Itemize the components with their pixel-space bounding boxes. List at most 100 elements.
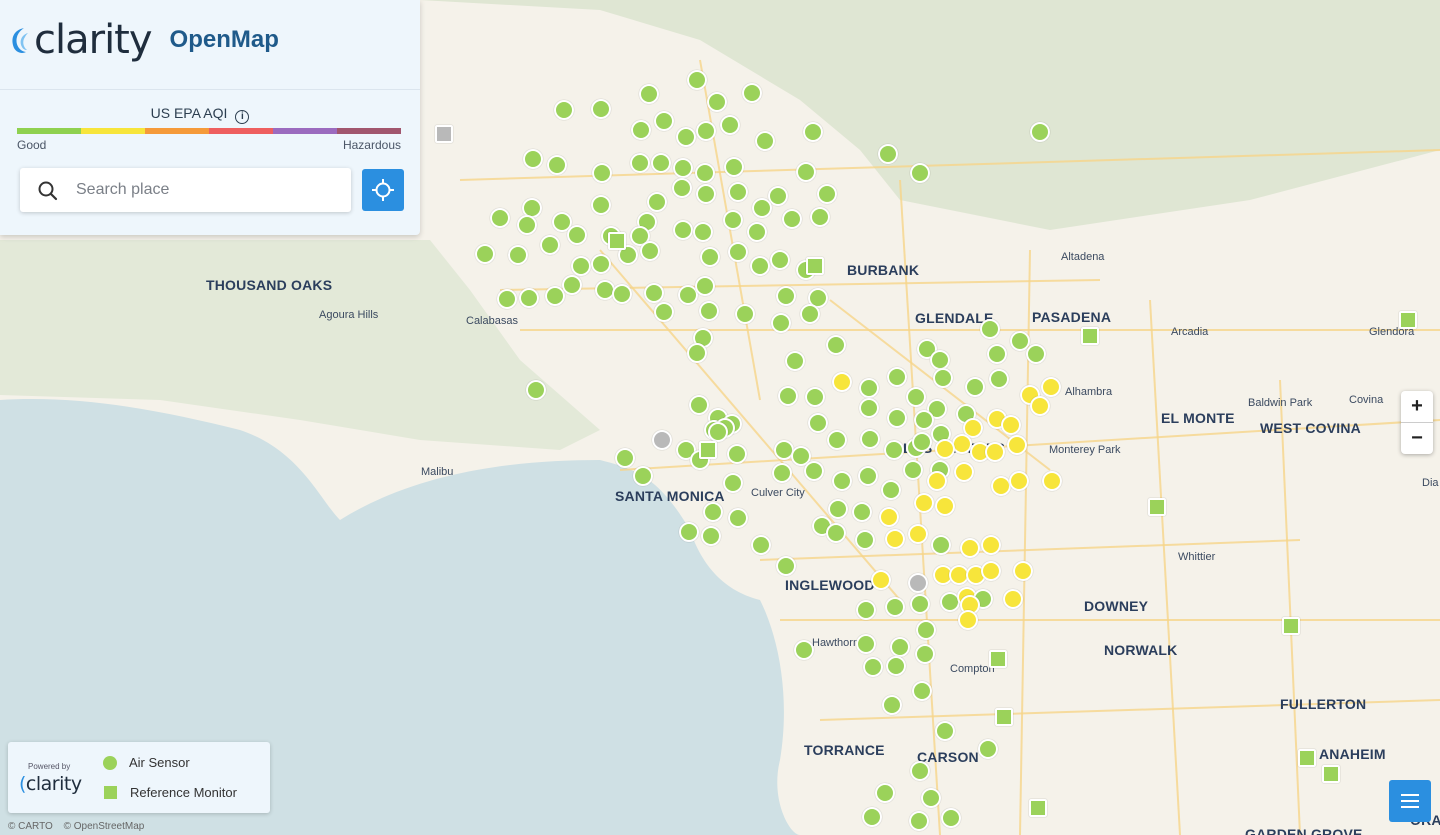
air-sensor-marker[interactable] bbox=[952, 434, 972, 454]
air-sensor-marker[interactable] bbox=[720, 115, 740, 135]
menu-button[interactable] bbox=[1389, 780, 1431, 822]
air-sensor-marker[interactable] bbox=[633, 466, 653, 486]
air-sensor-marker[interactable] bbox=[933, 368, 953, 388]
air-sensor-marker[interactable] bbox=[921, 788, 941, 808]
air-sensor-marker[interactable] bbox=[735, 304, 755, 324]
air-sensor-marker[interactable] bbox=[640, 241, 660, 261]
reference-monitor-marker[interactable] bbox=[1322, 765, 1340, 783]
air-sensor-marker[interactable] bbox=[886, 656, 906, 676]
air-sensor-marker[interactable] bbox=[782, 209, 802, 229]
air-sensor-marker[interactable] bbox=[752, 198, 772, 218]
air-sensor-marker[interactable] bbox=[676, 127, 696, 147]
air-sensor-marker[interactable] bbox=[989, 369, 1009, 389]
air-sensor-marker[interactable] bbox=[980, 319, 1000, 339]
air-sensor-marker[interactable] bbox=[654, 111, 674, 131]
reference-monitor-marker[interactable] bbox=[608, 232, 626, 250]
air-sensor-marker[interactable] bbox=[490, 208, 510, 228]
air-sensor-marker[interactable] bbox=[978, 739, 998, 759]
air-sensor-marker[interactable] bbox=[742, 83, 762, 103]
air-sensor-marker[interactable] bbox=[687, 343, 707, 363]
air-sensor-marker[interactable] bbox=[652, 430, 672, 450]
air-sensor-marker[interactable] bbox=[881, 480, 901, 500]
air-sensor-marker[interactable] bbox=[965, 377, 985, 397]
air-sensor-marker[interactable] bbox=[776, 286, 796, 306]
air-sensor-marker[interactable] bbox=[708, 422, 728, 442]
air-sensor-marker[interactable] bbox=[981, 535, 1001, 555]
carto-attribution[interactable]: © CARTO bbox=[8, 821, 53, 832]
reference-monitor-marker[interactable] bbox=[1298, 749, 1316, 767]
air-sensor-marker[interactable] bbox=[912, 432, 932, 452]
air-sensor-marker[interactable] bbox=[930, 350, 950, 370]
air-sensor-marker[interactable] bbox=[497, 289, 517, 309]
air-sensor-marker[interactable] bbox=[612, 284, 632, 304]
air-sensor-marker[interactable] bbox=[785, 351, 805, 371]
air-sensor-marker[interactable] bbox=[887, 408, 907, 428]
air-sensor-marker[interactable] bbox=[910, 594, 930, 614]
air-sensor-marker[interactable] bbox=[1030, 122, 1050, 142]
air-sensor-marker[interactable] bbox=[727, 444, 747, 464]
reference-monitor-marker[interactable] bbox=[1148, 498, 1166, 516]
air-sensor-marker[interactable] bbox=[859, 398, 879, 418]
air-sensor-marker[interactable] bbox=[695, 276, 715, 296]
air-sensor-marker[interactable] bbox=[871, 570, 891, 590]
air-sensor-marker[interactable] bbox=[755, 131, 775, 151]
air-sensor-marker[interactable] bbox=[776, 556, 796, 576]
air-sensor-marker[interactable] bbox=[810, 207, 830, 227]
air-sensor-marker[interactable] bbox=[915, 644, 935, 664]
air-sensor-marker[interactable] bbox=[927, 471, 947, 491]
air-sensor-marker[interactable] bbox=[687, 70, 707, 90]
air-sensor-marker[interactable] bbox=[695, 163, 715, 183]
air-sensor-marker[interactable] bbox=[827, 430, 847, 450]
air-sensor-marker[interactable] bbox=[644, 283, 664, 303]
air-sensor-marker[interactable] bbox=[987, 344, 1007, 364]
reference-monitor-marker[interactable] bbox=[699, 441, 717, 459]
air-sensor-marker[interactable] bbox=[855, 530, 875, 550]
reference-monitor-marker[interactable] bbox=[989, 650, 1007, 668]
air-sensor-marker[interactable] bbox=[523, 149, 543, 169]
air-sensor-marker[interactable] bbox=[639, 84, 659, 104]
air-sensor-marker[interactable] bbox=[860, 429, 880, 449]
air-sensor-marker[interactable] bbox=[800, 304, 820, 324]
air-sensor-marker[interactable] bbox=[852, 502, 872, 522]
air-sensor-marker[interactable] bbox=[519, 288, 539, 308]
air-sensor-marker[interactable] bbox=[696, 121, 716, 141]
reference-monitor-marker[interactable] bbox=[1282, 617, 1300, 635]
air-sensor-marker[interactable] bbox=[954, 462, 974, 482]
air-sensor-marker[interactable] bbox=[991, 476, 1011, 496]
air-sensor-marker[interactable] bbox=[517, 215, 537, 235]
air-sensor-marker[interactable] bbox=[914, 493, 934, 513]
zoom-out-button[interactable]: − bbox=[1401, 423, 1433, 454]
reference-monitor-marker[interactable] bbox=[1399, 311, 1417, 329]
air-sensor-marker[interactable] bbox=[882, 695, 902, 715]
air-sensor-marker[interactable] bbox=[699, 301, 719, 321]
air-sensor-marker[interactable] bbox=[906, 387, 926, 407]
air-sensor-marker[interactable] bbox=[890, 637, 910, 657]
info-icon[interactable]: i bbox=[235, 110, 250, 124]
air-sensor-marker[interactable] bbox=[826, 523, 846, 543]
air-sensor-marker[interactable] bbox=[985, 442, 1005, 462]
air-sensor-marker[interactable] bbox=[751, 535, 771, 555]
air-sensor-marker[interactable] bbox=[1013, 561, 1033, 581]
air-sensor-marker[interactable] bbox=[885, 597, 905, 617]
air-sensor-marker[interactable] bbox=[647, 192, 667, 212]
air-sensor-marker[interactable] bbox=[592, 163, 612, 183]
air-sensor-marker[interactable] bbox=[1009, 471, 1029, 491]
air-sensor-marker[interactable] bbox=[778, 386, 798, 406]
air-sensor-marker[interactable] bbox=[981, 561, 1001, 581]
air-sensor-marker[interactable] bbox=[728, 242, 748, 262]
air-sensor-marker[interactable] bbox=[908, 573, 928, 593]
air-sensor-marker[interactable] bbox=[885, 529, 905, 549]
reference-monitor-marker[interactable] bbox=[435, 125, 453, 143]
air-sensor-marker[interactable] bbox=[508, 245, 528, 265]
air-sensor-marker[interactable] bbox=[1042, 471, 1062, 491]
air-sensor-marker[interactable] bbox=[723, 210, 743, 230]
search-input[interactable] bbox=[76, 181, 336, 199]
air-sensor-marker[interactable] bbox=[562, 275, 582, 295]
air-sensor-marker[interactable] bbox=[689, 395, 709, 415]
air-sensor-marker[interactable] bbox=[910, 163, 930, 183]
air-sensor-marker[interactable] bbox=[909, 811, 929, 831]
air-sensor-marker[interactable] bbox=[630, 153, 650, 173]
air-sensor-marker[interactable] bbox=[884, 440, 904, 460]
air-sensor-marker[interactable] bbox=[941, 808, 961, 828]
air-sensor-marker[interactable] bbox=[728, 508, 748, 528]
